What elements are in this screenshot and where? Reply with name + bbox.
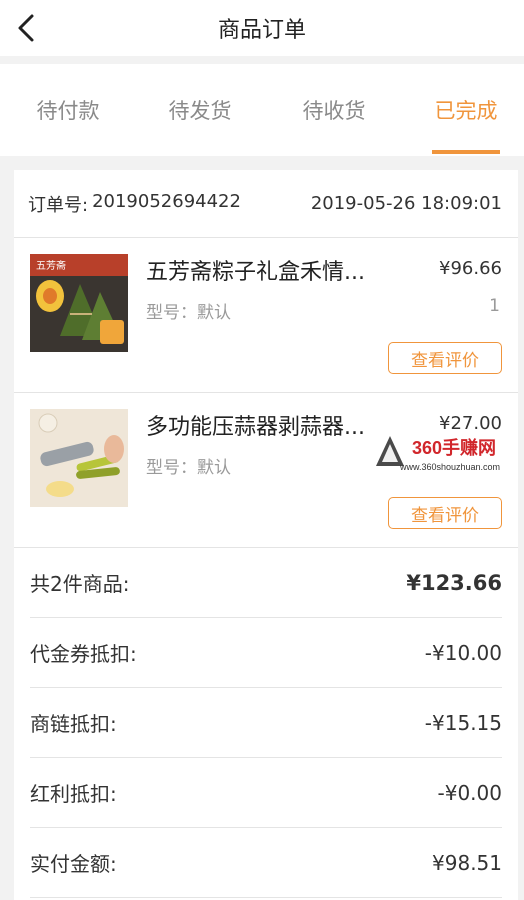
summary-label: 代金券抵扣: (30, 642, 137, 666)
tab-pending-shipment[interactable]: 待发货 (146, 64, 254, 156)
summary-value: -¥15.15 (424, 710, 502, 735)
order-status-tabs: 待付款 待发货 待收货 已完成 (0, 64, 524, 156)
watermark-brand: 360手赚网 (412, 437, 496, 458)
watermark-logo: 360手赚网 www.360shouzhuan.com (372, 432, 522, 482)
summary-paid-amount: 实付金额: ¥98.51 (30, 828, 502, 898)
product-spec: 型号：默认 (146, 458, 231, 478)
tab-pending-payment[interactable]: 待付款 (14, 64, 122, 156)
thumb-brand-text: 五芳斋 (36, 259, 66, 272)
product-price: ¥96.66 (439, 258, 502, 279)
summary-value: -¥10.00 (424, 640, 502, 665)
summary-bonus-deduction: 红利抵扣: -¥0.00 (30, 758, 502, 828)
summary-label: 共2件商品: (30, 572, 130, 596)
order-card: 订单号: 2019052694422 2019-05-26 18:09:01 五… (14, 170, 518, 900)
summary-label: 红利抵扣: (30, 782, 117, 806)
order-number-label: 订单号: (28, 194, 89, 216)
product-thumbnail: 五芳斋 (30, 254, 128, 352)
page-title: 商品订单 (217, 18, 306, 43)
tab-completed[interactable]: 已完成 (412, 64, 520, 156)
product-name[interactable]: 五芳斋粽子礼盒禾情... (146, 254, 416, 286)
summary-value: ¥123.66 (406, 570, 502, 595)
summary-value: ¥98.51 (432, 850, 502, 875)
view-review-button[interactable]: 查看评价 (388, 342, 502, 374)
order-number-value: 2019052694422 (92, 190, 241, 212)
summary-voucher: 代金券抵扣: -¥10.00 (30, 618, 502, 688)
summary-chain-deduction: 商链抵扣: -¥15.15 (30, 688, 502, 758)
order-datetime: 2019-05-26 18:09:01 (310, 193, 502, 214)
summary-value: -¥0.00 (437, 780, 502, 805)
active-tab-indicator (432, 150, 500, 154)
summary-item-count: 共2件商品: ¥123.66 (30, 548, 502, 618)
tab-pending-receipt[interactable]: 待收货 (280, 64, 388, 156)
order-number: 订单号: 2019052694422 (28, 191, 241, 217)
product-spec: 型号：默认 (146, 303, 231, 323)
product-quantity: 1 (489, 296, 500, 316)
chevron-left-icon (18, 14, 34, 42)
watermark-url: www.360shouzhuan.com (399, 462, 500, 472)
summary-label: 商链抵扣: (30, 712, 117, 736)
view-review-button[interactable]: 查看评价 (388, 497, 502, 529)
product-item[interactable]: 五芳斋 五芳斋粽子礼盒禾情... ¥96.66 型号：默认 1 查看评价 (14, 238, 518, 393)
zongzi-image: 五芳斋 (30, 254, 128, 352)
back-button[interactable] (12, 10, 40, 46)
product-price: ¥27.00 (439, 413, 502, 434)
product-thumbnail (30, 409, 128, 507)
summary-label: 实付金额: (30, 852, 117, 876)
top-bar: 商品订单 (0, 0, 524, 56)
order-header: 订单号: 2019052694422 2019-05-26 18:09:01 (14, 170, 518, 238)
garlic-press-image (30, 409, 128, 507)
